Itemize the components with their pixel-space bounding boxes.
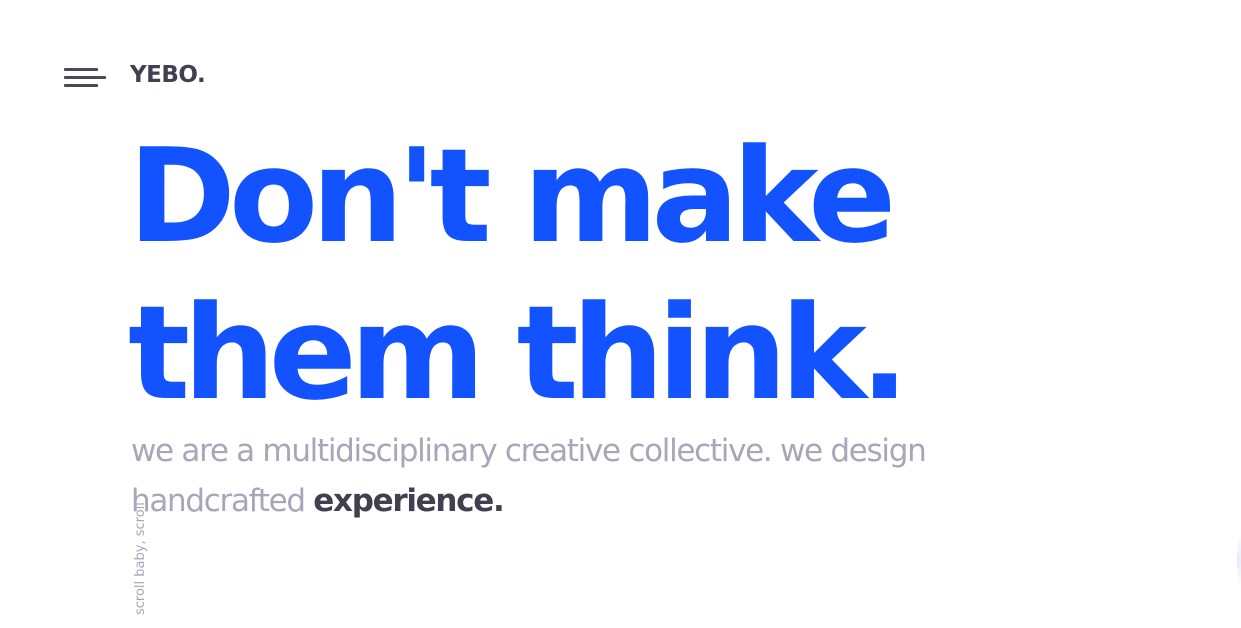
menu-line	[64, 68, 98, 71]
menu-line	[64, 76, 106, 79]
page: YEBO. Don't make them think. we are a mu…	[0, 0, 1241, 628]
site-logo[interactable]: YEBO.	[130, 62, 206, 88]
hero-tagline: we are a multidisciplinary creative coll…	[131, 426, 951, 526]
hamburger-menu-icon[interactable]	[64, 66, 106, 90]
tagline-text: we are a multidisciplinary creative coll…	[131, 433, 927, 519]
edge-decoration	[1237, 530, 1241, 590]
tagline-emphasis: experience.	[313, 483, 504, 519]
scroll-hint: scroll baby, scroll	[133, 502, 148, 615]
headline-line-1: Don't make	[128, 120, 896, 272]
hero-headline: Don't make them think.	[128, 118, 909, 432]
menu-line	[64, 84, 98, 87]
headline-line-2: them think.	[128, 277, 909, 429]
